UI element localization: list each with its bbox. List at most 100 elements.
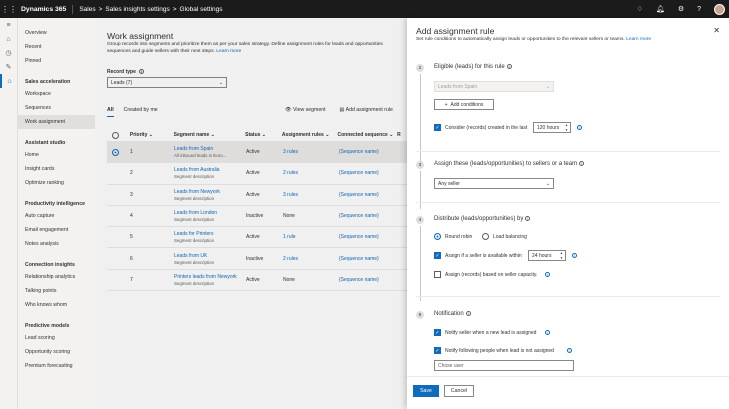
breadcrumb-item-sales[interactable]: Sales	[79, 6, 95, 13]
sidebar-item-who-knows-whom[interactable]: Who knows whom	[18, 298, 95, 312]
sidebar-item-pinned[interactable]: Pinned	[18, 54, 95, 68]
plus-icon: +	[444, 101, 448, 108]
panel-title: Add assignment rule	[416, 26, 495, 36]
sidebar-item-sequences[interactable]: Sequences	[18, 101, 95, 115]
notify-seller-checkbox[interactable]: ✓	[434, 329, 441, 336]
add-assignment-rule-panel: Add assignment rule ✕ Set rule condition…	[407, 18, 729, 409]
sidebar-item-work-assignment[interactable]: Work assignment	[18, 115, 95, 129]
info-icon[interactable]: i	[579, 161, 585, 166]
top-bar: ⋮⋮ Dynamics 365 Sales > Sales insights s…	[0, 0, 729, 18]
eligible-segment-dropdown[interactable]: Leads from Spain ⌄	[434, 81, 554, 92]
save-button[interactable]: Save	[413, 385, 439, 397]
section-divider	[416, 202, 720, 203]
sidebar-item-email-engagement[interactable]: Email engagement	[18, 223, 95, 237]
info-icon[interactable]: i	[506, 64, 512, 69]
chevron-down-icon: ⌄	[545, 180, 550, 187]
step-title-text: Distribute (leads/opportunities) by	[434, 216, 524, 223]
assign-to-dropdown[interactable]: Any seller ⌄	[434, 178, 554, 189]
notify-people-label: Notify following people when lead is not…	[445, 348, 554, 354]
sidebar-item-notes-analysis[interactable]: Notes analysis	[18, 237, 95, 251]
panel-subtitle-text: Set rule conditions to automatically ass…	[416, 37, 625, 42]
info-icon[interactable]: i	[545, 330, 550, 335]
sidebar-item-premium-forecasting[interactable]: Premium forecasting	[18, 359, 95, 373]
breadcrumb-item-global-settings[interactable]: Global settings	[180, 6, 223, 13]
spinner-arrows-icon[interactable]: ▲ ▼	[560, 251, 563, 260]
consider-created-checkbox[interactable]: ✓	[434, 124, 441, 131]
sidebar-item-opportunity-scoring[interactable]: Opportunity scoring	[18, 345, 95, 359]
seller-capacity-label: Assign (records) based on seller capacit…	[445, 272, 538, 278]
info-icon[interactable]: i	[567, 348, 572, 353]
info-icon[interactable]: i	[525, 216, 531, 221]
top-bar-actions: ♢ 🔔︎ ⚙ ?	[637, 0, 725, 18]
avatar[interactable]	[714, 3, 725, 15]
consider-hours-value: 120 hours	[537, 124, 560, 131]
panel-scroll-area: 2 Eligible (leads) for this rule i Leads …	[407, 44, 729, 394]
section-divider	[416, 296, 720, 297]
info-icon[interactable]: i	[577, 125, 582, 130]
info-icon[interactable]: i	[545, 272, 550, 277]
gear-icon[interactable]: ⚙	[678, 5, 684, 13]
sidebar-item-home[interactable]: Home	[18, 148, 95, 162]
round-robin-label: Round robin	[445, 234, 473, 240]
sidebar-item-recent[interactable]: Recent	[18, 40, 95, 54]
sidebar-group-label: Sales acceleration	[25, 79, 71, 85]
home-icon[interactable]: ⌂	[0, 32, 17, 46]
consider-hours-spinner[interactable]: 120 hours ▲ ▼	[533, 122, 571, 133]
recent-icon[interactable]: ◷	[0, 46, 17, 60]
step-title: Eligible (leads) for this rule i	[434, 64, 512, 70]
add-conditions-button[interactable]: + Add conditions	[434, 99, 494, 110]
close-icon[interactable]: ✕	[713, 26, 720, 35]
step-title: Assign these (leads/opportunities) to se…	[434, 161, 585, 168]
pin-icon[interactable]: ✎	[0, 60, 17, 74]
sidebar-item-optimize-ranking[interactable]: Optimize ranking	[18, 176, 95, 190]
step-title-text: Notification	[434, 311, 464, 318]
sidebar: Overview Recent Pinned Sales acceleratio…	[18, 18, 95, 409]
available-hours-spinner[interactable]: 24 hours ▲ ▼	[528, 250, 566, 261]
choose-user-input[interactable]: Chose user	[434, 360, 574, 371]
step-connector	[419, 226, 421, 301]
hamburger-icon[interactable]: ≡	[0, 18, 17, 32]
lightbulb-icon[interactable]: ♢	[637, 5, 643, 13]
step-number: 5	[416, 311, 424, 319]
settings-area-icon[interactable]: ⌂	[0, 74, 17, 88]
sidebar-group-label: Predictive models	[25, 323, 70, 329]
step-title-text: Assign these (leads/opportunities) to se…	[434, 161, 578, 168]
step-number: 3	[416, 161, 424, 169]
waffle-icon[interactable]: ⋮⋮	[0, 0, 18, 18]
app-title[interactable]: Dynamics 365	[18, 4, 74, 14]
sidebar-item-insight-cards[interactable]: Insight cards	[18, 162, 95, 176]
consider-created-label: Consider (records) created in the last	[445, 125, 528, 131]
step-title: Notification i	[434, 311, 471, 317]
info-icon[interactable]: i	[572, 253, 577, 258]
panel-footer: Save Cancel	[407, 376, 729, 409]
spinner-arrows-icon[interactable]: ▲ ▼	[565, 123, 568, 132]
help-icon[interactable]: ?	[697, 6, 701, 13]
notify-seller-label: Notify seller when a new lead is assigne…	[445, 330, 537, 336]
seller-available-label: Assign if a seller is available within	[445, 253, 522, 259]
notify-people-checkbox[interactable]: ✓	[434, 347, 441, 354]
info-icon[interactable]: i	[465, 311, 471, 316]
sidebar-item-auto-capture[interactable]: Auto capture	[18, 209, 95, 223]
seller-available-checkbox[interactable]: ✓	[434, 252, 441, 259]
available-hours-value: 24 hours	[532, 252, 552, 259]
section-divider	[416, 151, 720, 152]
panel-learn-more-link[interactable]: Learn more	[626, 37, 651, 42]
breadcrumb-item-sales-insights[interactable]: Sales insights settings	[105, 6, 169, 13]
sidebar-item-lead-scoring[interactable]: Lead scoring	[18, 331, 95, 345]
sidebar-item-overview[interactable]: Overview	[18, 26, 95, 40]
modal-overlay[interactable]	[95, 18, 407, 409]
sidebar-item-talking-points[interactable]: Talking points	[18, 284, 95, 298]
breadcrumb-separator: >	[98, 5, 103, 13]
notifications-icon[interactable]: 🔔︎	[656, 5, 665, 13]
add-conditions-label: Add conditions	[450, 101, 484, 108]
load-balancing-label: Load balancing	[493, 234, 527, 240]
step-number: 4	[416, 216, 424, 224]
cancel-button[interactable]: Cancel	[444, 385, 474, 397]
panel-subtitle: Set rule conditions to automatically ass…	[416, 37, 651, 42]
sidebar-item-relationship-analytics[interactable]: Relationship analytics	[18, 270, 95, 284]
sidebar-group-label: Connection insights	[25, 262, 75, 268]
seller-capacity-checkbox[interactable]	[434, 271, 441, 278]
sidebar-item-workspace[interactable]: Workspace	[18, 87, 95, 101]
load-balancing-radio[interactable]	[482, 233, 489, 240]
round-robin-radio[interactable]	[434, 233, 441, 240]
